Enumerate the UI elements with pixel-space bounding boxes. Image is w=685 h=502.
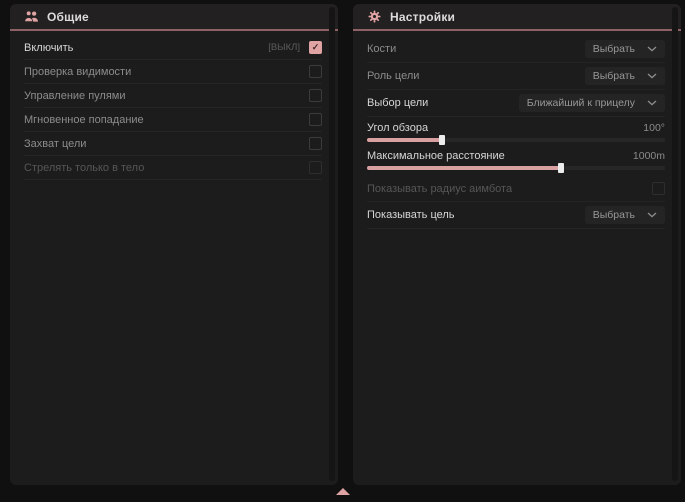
show-target-dropdown[interactable]: Выбрать	[585, 206, 665, 224]
fov-slider[interactable]	[367, 138, 665, 142]
chevron-down-icon	[647, 46, 657, 52]
row-target-lock[interactable]: Захват цели ✓	[24, 132, 322, 156]
row-target-role: Роль цели Выбрать	[367, 63, 665, 90]
row-label: Показывать радиус аимбота	[367, 183, 512, 195]
row-show-target: Показывать цель Выбрать	[367, 202, 665, 229]
target-lock-checkbox[interactable]: ✓	[309, 137, 322, 150]
row-max-distance: Максимальное расстояние 1000m	[367, 145, 665, 176]
row-instant-hit[interactable]: Мгновенное попадание ✓	[24, 108, 322, 132]
check-icon: ✓	[312, 43, 320, 52]
bullet-control-checkbox[interactable]: ✓	[309, 89, 322, 102]
target-role-dropdown[interactable]: Выбрать	[585, 67, 665, 85]
slider-fill	[367, 138, 442, 142]
row-fov: Угол обзора 100°	[367, 117, 665, 145]
expand-up-indicator[interactable]	[336, 488, 350, 495]
row-visibility-check[interactable]: Проверка видимости ✓	[24, 60, 322, 84]
chevron-down-icon	[647, 73, 657, 79]
scrollbar[interactable]	[329, 7, 335, 481]
row-label: Угол обзора	[367, 122, 428, 134]
bones-dropdown[interactable]: Выбрать	[585, 40, 665, 58]
instant-hit-checkbox[interactable]: ✓	[309, 113, 322, 126]
row-enable[interactable]: Включить [ВЫКЛ] ✓	[24, 36, 322, 60]
body-only-checkbox[interactable]: ✓	[309, 161, 322, 174]
slider-handle[interactable]	[558, 163, 564, 173]
slider-fill	[367, 166, 561, 170]
dropdown-value: Выбрать	[593, 43, 635, 55]
panel-general-header: Общие	[10, 4, 338, 31]
users-icon	[24, 10, 39, 23]
row-label: Максимальное расстояние	[367, 150, 505, 162]
chevron-down-icon	[647, 100, 657, 106]
chevron-down-icon	[647, 212, 657, 218]
gear-icon	[367, 10, 382, 23]
slider-handle[interactable]	[439, 135, 445, 145]
enable-checkbox[interactable]: ✓	[309, 41, 322, 54]
max-distance-value: 1000m	[633, 150, 665, 162]
dropdown-value: Выбрать	[593, 70, 635, 82]
row-show-aimbot-radius[interactable]: Показывать радиус аимбота ✓	[367, 176, 665, 202]
max-distance-slider[interactable]	[367, 166, 665, 170]
row-label: Проверка видимости	[24, 66, 131, 78]
panel-title: Настройки	[390, 10, 455, 24]
row-label: Управление пулями	[24, 90, 126, 102]
dropdown-value: Выбрать	[593, 209, 635, 221]
panel-general: Общие Включить [ВЫКЛ] ✓ Проверка видимос…	[10, 4, 338, 485]
scrollbar[interactable]	[672, 7, 678, 481]
panel-title: Общие	[47, 10, 89, 24]
hotkey-label: [ВЫКЛ]	[268, 42, 300, 53]
row-label: Выбор цели	[367, 97, 428, 109]
visibility-check-checkbox[interactable]: ✓	[309, 65, 322, 78]
row-target-selection: Выбор цели Ближайший к прицелу	[367, 90, 665, 117]
panel-settings-header: Настройки	[353, 4, 681, 31]
row-bones: Кости Выбрать	[367, 36, 665, 63]
row-label: Захват цели	[24, 138, 86, 150]
show-aimbot-radius-checkbox[interactable]: ✓	[652, 182, 665, 195]
row-label: Стрелять только в тело	[24, 162, 144, 174]
fov-value: 100°	[643, 122, 665, 134]
row-label: Роль цели	[367, 70, 419, 82]
row-label: Кости	[367, 43, 396, 55]
target-selection-dropdown[interactable]: Ближайший к прицелу	[519, 94, 665, 112]
row-body-only[interactable]: Стрелять только в тело ✓	[24, 156, 322, 180]
row-label: Мгновенное попадание	[24, 114, 144, 126]
dropdown-value: Ближайший к прицелу	[527, 97, 635, 109]
row-label: Показывать цель	[367, 209, 455, 221]
row-bullet-control[interactable]: Управление пулями ✓	[24, 84, 322, 108]
row-label: Включить	[24, 42, 73, 54]
panel-settings: Настройки Кости Выбрать Роль цели Выбрат…	[353, 4, 681, 485]
